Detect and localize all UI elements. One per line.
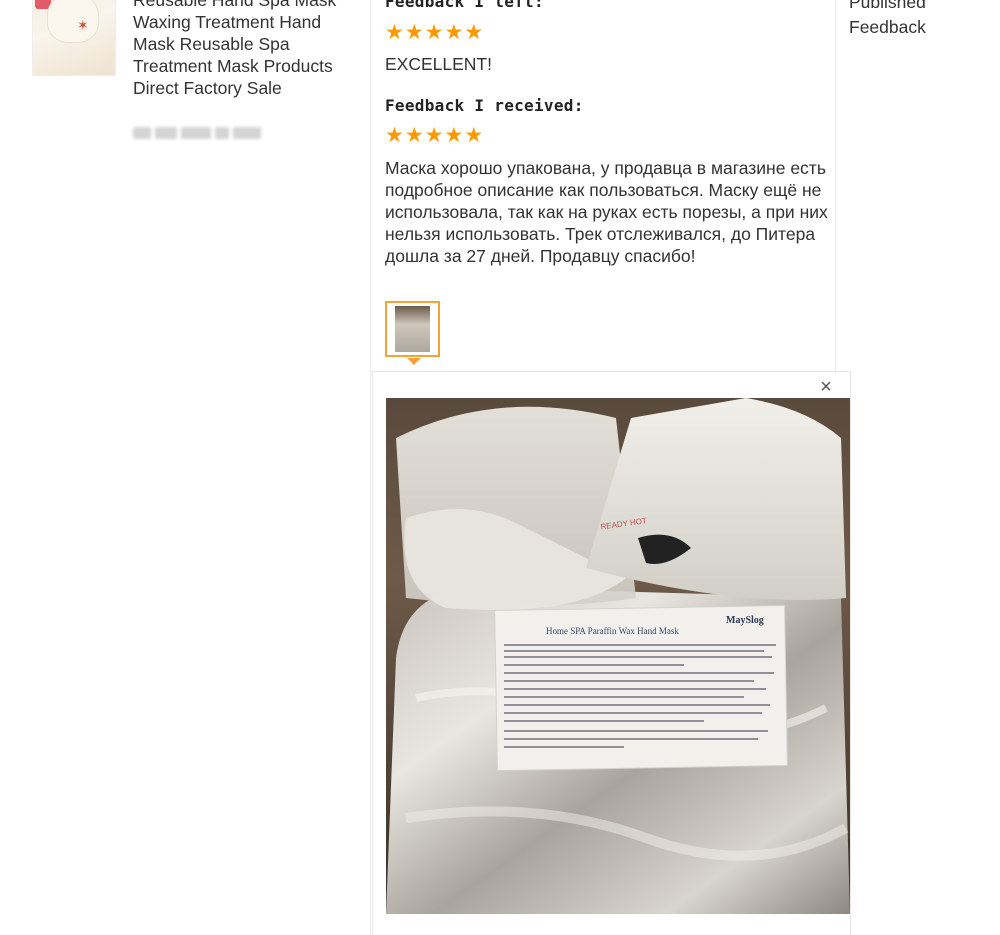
close-preview-button[interactable]: × <box>815 376 837 398</box>
label-brand: MaySlog <box>726 615 764 626</box>
star-icon: ★ <box>444 21 464 44</box>
feedback-received-stars: ★ ★ ★ ★ ★ <box>385 124 484 147</box>
feedback-received-text: Маска хорошо упакована, у продавца в маг… <box>385 158 828 266</box>
blurred-product-meta <box>133 126 278 142</box>
star-icon: ★ <box>424 124 444 147</box>
review-photo-thumbnail[interactable] <box>385 301 440 357</box>
product-title-link[interactable]: Reusable Hand Spa Mask Waxing Treatment … <box>133 0 363 99</box>
preview-photo: READY HOT MaySlog Home SPA Paraffin Wax … <box>386 398 850 914</box>
star-icon: ★ <box>385 124 404 147</box>
feedback-left-heading: Feedback I left: <box>385 0 544 11</box>
product-thumbnail[interactable]: ✶ <box>32 0 116 76</box>
star-icon: ★ <box>444 124 464 147</box>
feedback-left-text: EXCELLENT! <box>385 54 492 74</box>
star-icon: ★ <box>385 21 404 44</box>
star-icon: ★ <box>404 124 424 147</box>
product-thumbnail-glove-shape <box>47 0 99 43</box>
product-thumbnail-star-shape: ✶ <box>77 17 89 33</box>
feedback-received-heading: Feedback I received: <box>385 96 584 115</box>
published-feedback-label: Published Feedback <box>849 0 969 40</box>
column-divider <box>370 0 371 935</box>
star-icon: ★ <box>464 124 484 147</box>
selected-thumbnail-pointer <box>407 358 421 365</box>
feedback-left-stars: ★ ★ ★ ★ ★ <box>385 21 484 44</box>
review-photo-thumbnail-image <box>395 306 430 352</box>
column-divider-right <box>835 0 836 372</box>
label-title: Home SPA Paraffin Wax Hand Mask <box>546 626 679 636</box>
star-icon: ★ <box>424 21 444 44</box>
star-icon: ★ <box>404 21 424 44</box>
published-feedback-text: Published Feedback <box>849 0 926 37</box>
star-icon: ★ <box>464 21 484 44</box>
